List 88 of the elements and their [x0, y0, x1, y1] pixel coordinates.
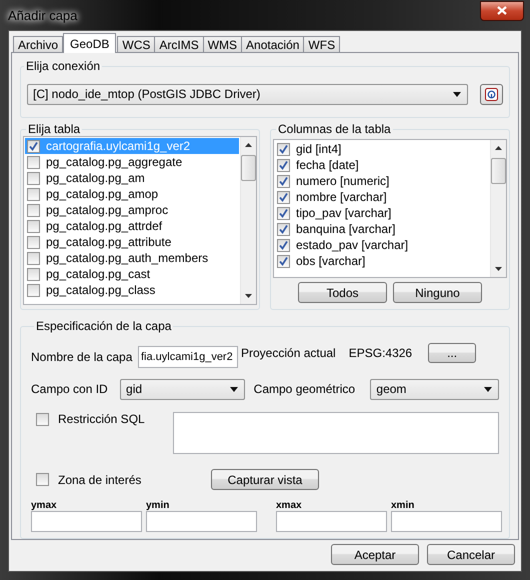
scrollbar[interactable] [240, 137, 256, 304]
projection-button[interactable]: ... [428, 343, 476, 363]
checkbox[interactable] [277, 238, 290, 252]
checkbox[interactable] [277, 222, 290, 236]
field-label: Nombre de la capa [31, 350, 134, 364]
coordinate-field[interactable] [276, 511, 387, 532]
checkbox[interactable] [277, 158, 290, 172]
checkbox[interactable] [277, 174, 290, 188]
list-item[interactable]: estado_pav [varchar] [275, 237, 489, 253]
scroll-down-arrow-icon[interactable] [245, 294, 252, 298]
list-item[interactable]: pg_catalog.pg_attribute [25, 234, 239, 250]
checkbox[interactable] [27, 236, 40, 248]
tab[interactable]: WFS [303, 36, 340, 53]
scrollbar[interactable] [490, 140, 506, 277]
checkbox[interactable] [27, 284, 40, 296]
group-label: Elija conexión [25, 59, 102, 73]
group-label: Columnas de la tabla [277, 122, 392, 136]
dropdown[interactable]: gid [120, 378, 245, 400]
checkbox[interactable] [27, 156, 40, 168]
dropdown[interactable]: [C] nodo_ide_mtop (PostGIS JDBC Driver) [27, 84, 468, 104]
close-button[interactable] [480, 0, 524, 20]
scrollbar-thumb[interactable] [491, 158, 506, 184]
checkbox[interactable] [36, 412, 49, 426]
circle-icon [485, 88, 498, 100]
checkbox[interactable] [27, 188, 40, 200]
checkbox[interactable] [36, 473, 49, 486]
checkbox-label: Restricción SQL [58, 412, 145, 426]
checkbox[interactable] [27, 252, 40, 264]
list-item[interactable]: banquina [varchar] [275, 221, 489, 237]
checkbox[interactable] [277, 142, 290, 156]
field-label: ymax [31, 500, 58, 511]
checkbox[interactable] [27, 172, 40, 184]
capture-view-button[interactable]: Capturar vista [211, 469, 319, 490]
field-label: Campo geométrico [254, 382, 356, 396]
sql-text-area[interactable] [173, 412, 499, 454]
list-item[interactable]: pg_catalog.pg_attrdef [25, 218, 239, 234]
checkbox[interactable] [277, 254, 290, 268]
field-label: xmin [391, 500, 416, 511]
tab[interactable]: ArcIMS [154, 36, 204, 53]
list-button[interactable]: Todos [298, 282, 387, 303]
scroll-up-arrow-icon[interactable] [495, 146, 502, 150]
caret-icon [230, 386, 238, 392]
field-label: xmax [276, 500, 303, 511]
checkbox[interactable] [27, 268, 40, 280]
list-button[interactable]: Ninguno [393, 282, 482, 303]
checkbox[interactable] [27, 204, 40, 216]
group-label: Elija tabla [27, 122, 82, 136]
checkbox[interactable] [27, 220, 40, 232]
coordinate-field[interactable] [31, 511, 142, 532]
list-item[interactable]: pg_catalog.pg_auth_members [25, 250, 239, 266]
dropdown[interactable]: geom [370, 378, 499, 400]
list-item[interactable]: pg_catalog.pg_amproc [25, 202, 239, 218]
layer-name-field[interactable]: fia.uylcami1g_ver2 [138, 346, 238, 368]
list-item[interactable]: nombre [varchar] [275, 189, 489, 205]
tab[interactable]: WCS [117, 36, 156, 53]
caret-icon [484, 386, 492, 392]
caret-icon [453, 92, 461, 96]
list-item[interactable]: numero [numeric] [275, 173, 489, 189]
projection-value: EPSG:4326 [348, 346, 412, 360]
scrollbar-thumb[interactable] [241, 155, 256, 181]
list-item[interactable]: obs [varchar] [275, 253, 489, 269]
close-icon [497, 6, 507, 15]
dialog-button[interactable]: Cancelar [427, 544, 515, 565]
tab[interactable]: Archivo [13, 36, 64, 53]
connection-button[interactable] [480, 84, 503, 104]
checkbox[interactable] [277, 190, 290, 204]
list-item[interactable]: pg_catalog.pg_cast [25, 266, 239, 282]
list-item[interactable]: pg_catalog.pg_amop [25, 186, 239, 202]
scroll-down-arrow-icon[interactable] [495, 267, 502, 271]
group-label: Especificación de la capa [35, 319, 172, 333]
coordinate-field[interactable] [146, 511, 257, 532]
tab[interactable]: GeoDB [63, 33, 116, 53]
tab[interactable]: Anotación [241, 36, 304, 53]
list-item[interactable]: pg_catalog.pg_class [25, 282, 239, 298]
scroll-up-arrow-icon[interactable] [245, 143, 252, 147]
checkbox[interactable] [27, 140, 40, 152]
checkbox[interactable] [277, 206, 290, 220]
field-label: Campo con ID [31, 382, 109, 396]
list-item[interactable]: fecha [date] [275, 157, 489, 173]
list-item[interactable]: pg_catalog.pg_aggregate [25, 154, 239, 170]
dialog-button[interactable]: Aceptar [331, 544, 419, 565]
list-item[interactable]: tipo_pav [varchar] [275, 205, 489, 221]
field-label: ymin [146, 500, 170, 511]
checkbox-label: Zona de interés [58, 472, 142, 486]
list-item[interactable]: gid [int4] [275, 141, 489, 157]
field-label: Proyección actual [241, 346, 336, 360]
coordinate-field[interactable] [391, 511, 502, 532]
list-item[interactable]: pg_catalog.pg_am [25, 170, 239, 186]
